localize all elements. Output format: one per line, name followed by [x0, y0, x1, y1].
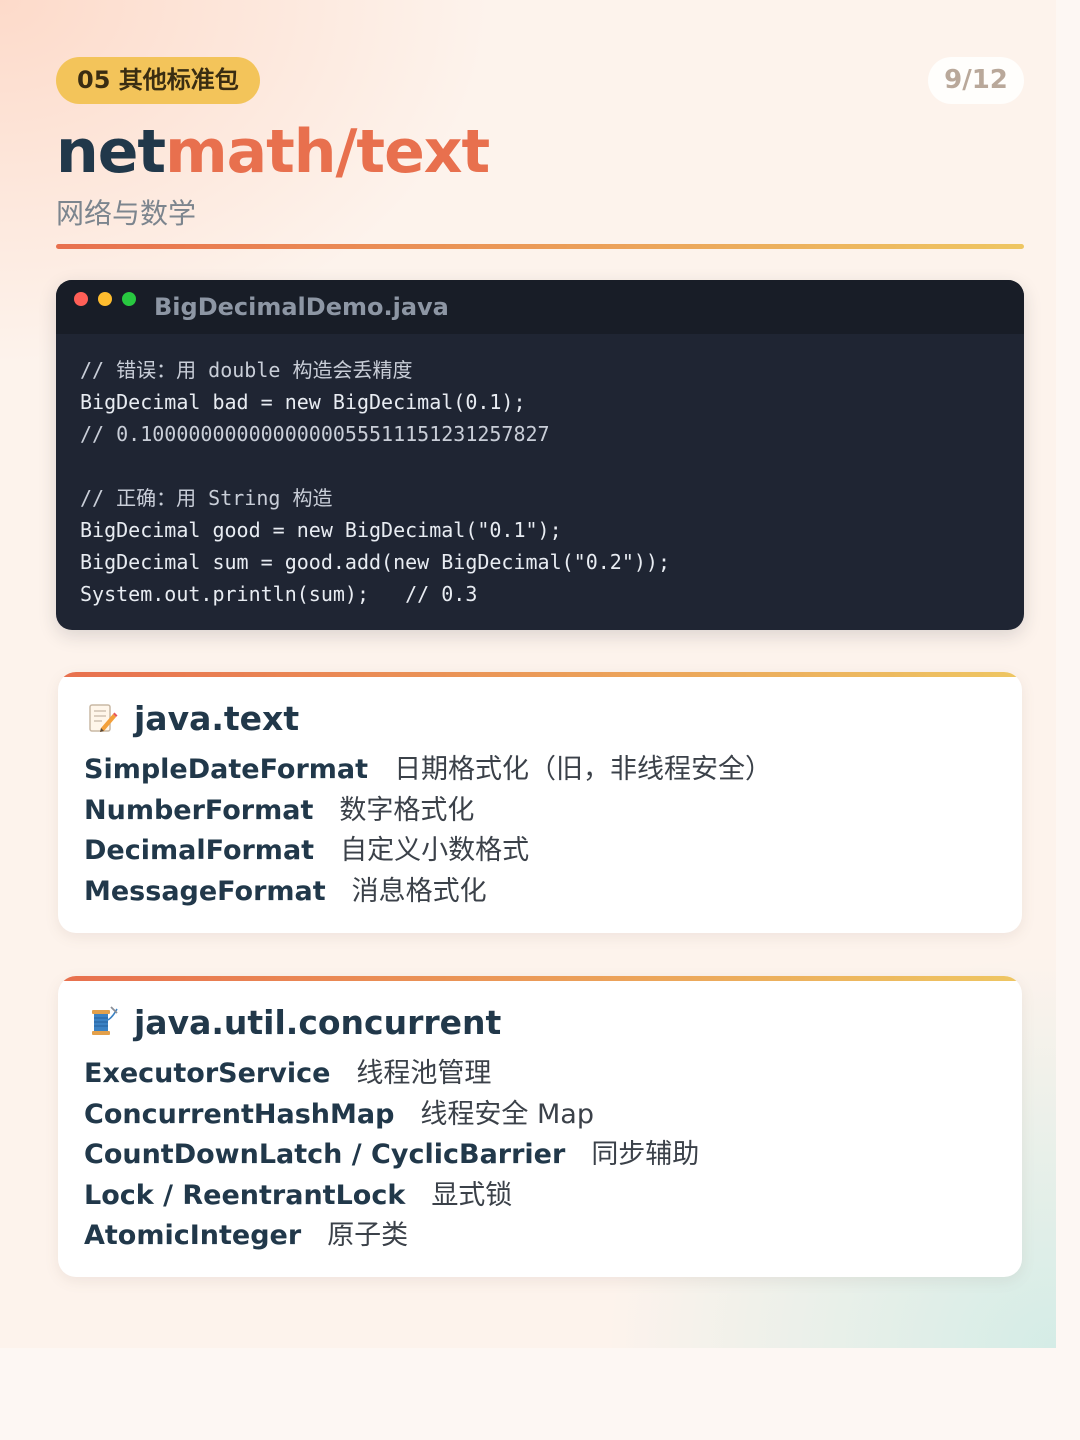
item-desc: 原子类: [327, 1220, 409, 1251]
code-line: // 正确：用 String 构造: [80, 486, 333, 510]
card-java-util-concurrent: java.util.concurrent ExecutorService 线程池管…: [58, 976, 1022, 1277]
list-item: NumberFormat 数字格式化: [84, 791, 772, 832]
item-desc: 线程安全 Map: [420, 1098, 594, 1130]
memo-pencil-icon: [89, 704, 118, 732]
code-line: BigDecimal sum = good.add(new BigDecimal…: [80, 550, 671, 574]
list-item: SimpleDateFormat 日期格式化（旧，非线程安全）: [84, 750, 772, 791]
section-badge: 05 其他标准包: [56, 57, 260, 104]
item-desc: 线程池管理: [356, 1058, 492, 1089]
list-item: AtomicInteger 原子类: [84, 1216, 699, 1257]
card-title: java.text: [84, 694, 299, 742]
title-part-math-text: math/text: [165, 117, 490, 187]
list-item: CountDownLatch / CyclicBarrier 同步辅助: [84, 1135, 699, 1176]
list-item: DecimalFormat 自定义小数格式: [84, 831, 772, 872]
card-title: java.util.concurrent: [84, 998, 501, 1046]
title-divider: [56, 244, 1024, 249]
item-name: DecimalFormat: [84, 835, 315, 866]
thread-spool-icon: [92, 1006, 118, 1035]
list-item: MessageFormat 消息格式化: [84, 872, 772, 913]
card-title-text: java.text: [134, 698, 300, 738]
list-item: Lock / ReentrantLock 显式锁: [84, 1176, 699, 1217]
item-desc: 自定义小数格式: [340, 835, 530, 866]
slide-page: 05 其他标准包 9/12 netmath/text 网络与数学 BigDeci…: [56, 0, 1024, 1348]
maximize-dot-icon: [122, 292, 136, 306]
list-item: ExecutorService 线程池管理: [84, 1054, 699, 1095]
item-desc: 消息格式化: [351, 875, 487, 907]
page-title: netmath/text: [56, 112, 490, 192]
close-dot-icon: [74, 292, 88, 306]
item-desc: 日期格式化（旧，非线程安全）: [394, 754, 773, 785]
item-desc: 同步辅助: [591, 1139, 700, 1170]
code-line: BigDecimal bad = new BigDecimal(0.1);: [80, 390, 526, 414]
item-desc: 数字格式化: [339, 794, 475, 826]
item-name: MessageFormat: [84, 875, 326, 907]
item-name: NumberFormat: [84, 794, 314, 826]
title-part-net: net: [56, 117, 166, 187]
item-name: CountDownLatch / CyclicBarrier: [84, 1139, 566, 1170]
page-indicator: 9/12: [928, 57, 1024, 104]
minimize-dot-icon: [98, 292, 112, 306]
item-desc: 显式锁: [431, 1179, 513, 1211]
code-body: // 错误：用 double 构造会丢精度 BigDecimal bad = ne…: [56, 334, 1024, 610]
code-line: // 0.1000000000000000055511151231257827: [80, 422, 550, 446]
code-line: // 错误：用 double 构造会丢精度: [80, 358, 413, 382]
code-line: BigDecimal good = new BigDecimal("0.1");: [80, 518, 562, 542]
card-rows: ExecutorService 线程池管理 ConcurrentHashMap 线程…: [84, 1054, 699, 1257]
code-window-header: BigDecimalDemo.java: [56, 280, 1024, 334]
item-name: Lock / ReentrantLock: [84, 1179, 406, 1211]
card-java-text: java.text SimpleDateFormat 日期格式化（旧，非线程安全）…: [58, 672, 1022, 933]
card-title-text: java.util.concurrent: [134, 1002, 502, 1042]
page-subtitle: 网络与数学: [56, 197, 197, 230]
item-name: ConcurrentHashMap: [84, 1098, 395, 1130]
item-name: ExecutorService: [84, 1058, 331, 1089]
list-item: ConcurrentHashMap 线程安全 Map: [84, 1095, 699, 1136]
code-window: BigDecimalDemo.java // 错误：用 double 构造会丢精…: [56, 280, 1024, 630]
code-line: System.out.println(sum); // 0.3: [80, 582, 478, 606]
item-name: AtomicInteger: [84, 1220, 302, 1251]
code-filename: BigDecimalDemo.java: [154, 293, 449, 321]
item-name: SimpleDateFormat: [84, 754, 369, 785]
card-rows: SimpleDateFormat 日期格式化（旧，非线程安全） NumberFor…: [84, 750, 772, 912]
